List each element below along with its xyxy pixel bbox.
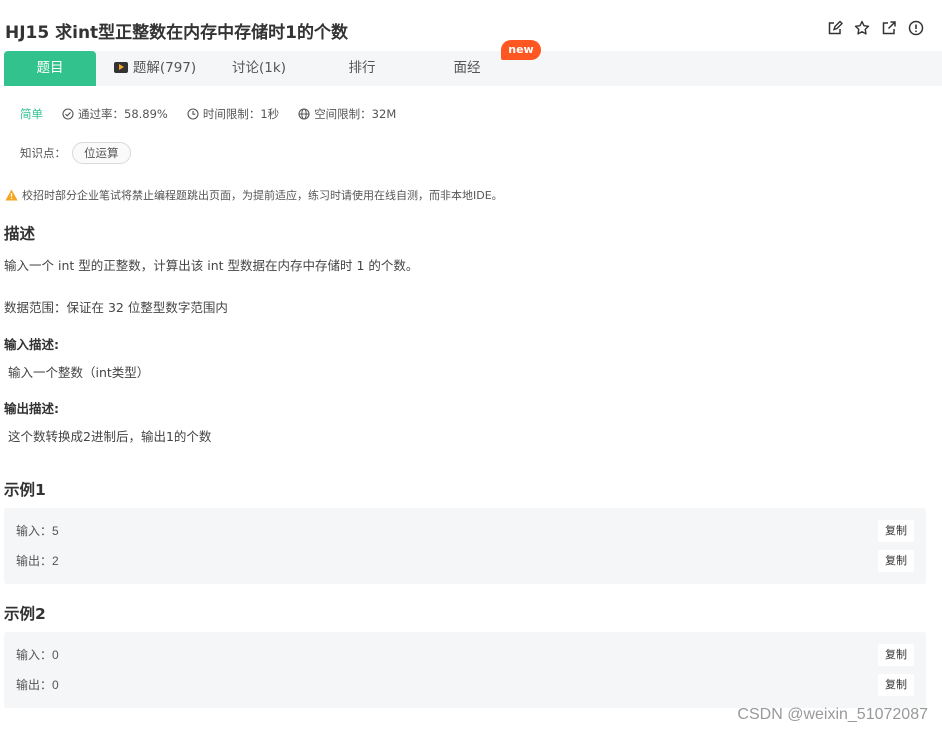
output-desc-heading: 输出描述:	[4, 401, 59, 416]
video-icon	[113, 62, 128, 73]
watermark: CSDN @weixin_51072087	[737, 706, 928, 723]
input-value: 0	[52, 648, 59, 662]
notice-text: 校招时部分企业笔试将禁止编程题跳出页面，为提前适应，练习时请使用在线自测，而非本…	[22, 189, 503, 202]
knowledge-tag[interactable]: 位运算	[72, 142, 131, 164]
time-limit: 时间限制：1秒	[187, 106, 279, 122]
input-desc-text: 输入一个整数（int类型）	[8, 365, 150, 380]
star-icon[interactable]	[854, 20, 870, 36]
input-label: 输入：	[16, 524, 53, 538]
knowledge-points: 知识点： 位运算	[20, 142, 131, 164]
problem-meta: 简单 通过率：58.89% 时间限制：1秒 空间限制：32M	[20, 106, 415, 122]
data-range-text: 数据范围：保证在 32 位整型数字范围内	[4, 300, 228, 315]
description-text: 输入一个 int 型的正整数，计算出该 int 型数据在内存中存储时 1 的个数…	[4, 258, 419, 273]
tab-interview[interactable]: 面经	[447, 51, 487, 86]
globe-icon	[298, 108, 310, 120]
tab-problem[interactable]: 题目	[4, 51, 96, 86]
copy-output-button[interactable]: 复制	[878, 674, 914, 696]
input-value: 5	[52, 524, 59, 538]
example-1-panel: 输入：5 复制 输出：2 复制	[4, 508, 926, 584]
warning-icon	[5, 189, 18, 201]
copy-input-button[interactable]: 复制	[878, 644, 914, 666]
example-2-heading: 示例2	[4, 605, 46, 623]
pass-rate-text: 通过率：58.89%	[78, 107, 168, 121]
difficulty-label: 简单	[20, 107, 43, 121]
input-label: 输入：	[16, 648, 53, 662]
tab-solutions[interactable]: 题解(797)	[112, 51, 198, 86]
title-bar: HJ15 求int型正整数在内存中存储时1的个数	[0, 0, 942, 52]
output-label: 输出：	[16, 678, 53, 692]
new-badge: new	[501, 40, 541, 60]
info-icon[interactable]	[908, 20, 924, 36]
pass-rate: 通过率：58.89%	[62, 106, 168, 122]
example-2-panel: 输入：0 复制 输出：0 复制	[4, 632, 926, 708]
title-actions	[827, 20, 924, 36]
copy-output-button[interactable]: 复制	[878, 550, 914, 572]
description-heading: 描述	[4, 225, 36, 243]
copy-input-button[interactable]: 复制	[878, 520, 914, 542]
clock-icon	[187, 108, 199, 120]
share-icon[interactable]	[881, 20, 897, 36]
check-circle-icon	[62, 108, 74, 120]
output-value: 2	[52, 554, 59, 568]
tab-ranking[interactable]: 排行	[342, 51, 382, 86]
example-1-heading: 示例1	[4, 481, 46, 499]
notice-banner: 校招时部分企业笔试将禁止编程题跳出页面，为提前适应，练习时请使用在线自测，而非本…	[5, 187, 503, 203]
space-limit-text: 空间限制：32M	[314, 107, 397, 121]
edit-icon[interactable]	[827, 20, 843, 36]
tab-bar: 题目 题解(797) 讨论(1k) 排行 面经 new	[4, 40, 942, 86]
example-1-input: 输入：5	[16, 522, 59, 539]
knowledge-label: 知识点：	[20, 146, 66, 160]
output-desc-text: 这个数转换成2进制后，输出1的个数	[8, 429, 212, 444]
example-1-output: 输出：2	[16, 552, 59, 569]
input-desc-heading: 输入描述:	[4, 337, 59, 352]
tab-solutions-label: 题解(797)	[132, 60, 197, 76]
page-title: HJ15 求int型正整数在内存中存储时1的个数	[5, 23, 349, 43]
output-label: 输出：	[16, 554, 53, 568]
example-2-input: 输入：0	[16, 646, 59, 663]
tab-discussion[interactable]: 讨论(1k)	[226, 51, 292, 86]
output-value: 0	[52, 678, 59, 692]
space-limit: 空间限制：32M	[298, 106, 396, 122]
example-2-output: 输出：0	[16, 676, 59, 693]
time-limit-text: 时间限制：1秒	[202, 107, 280, 121]
